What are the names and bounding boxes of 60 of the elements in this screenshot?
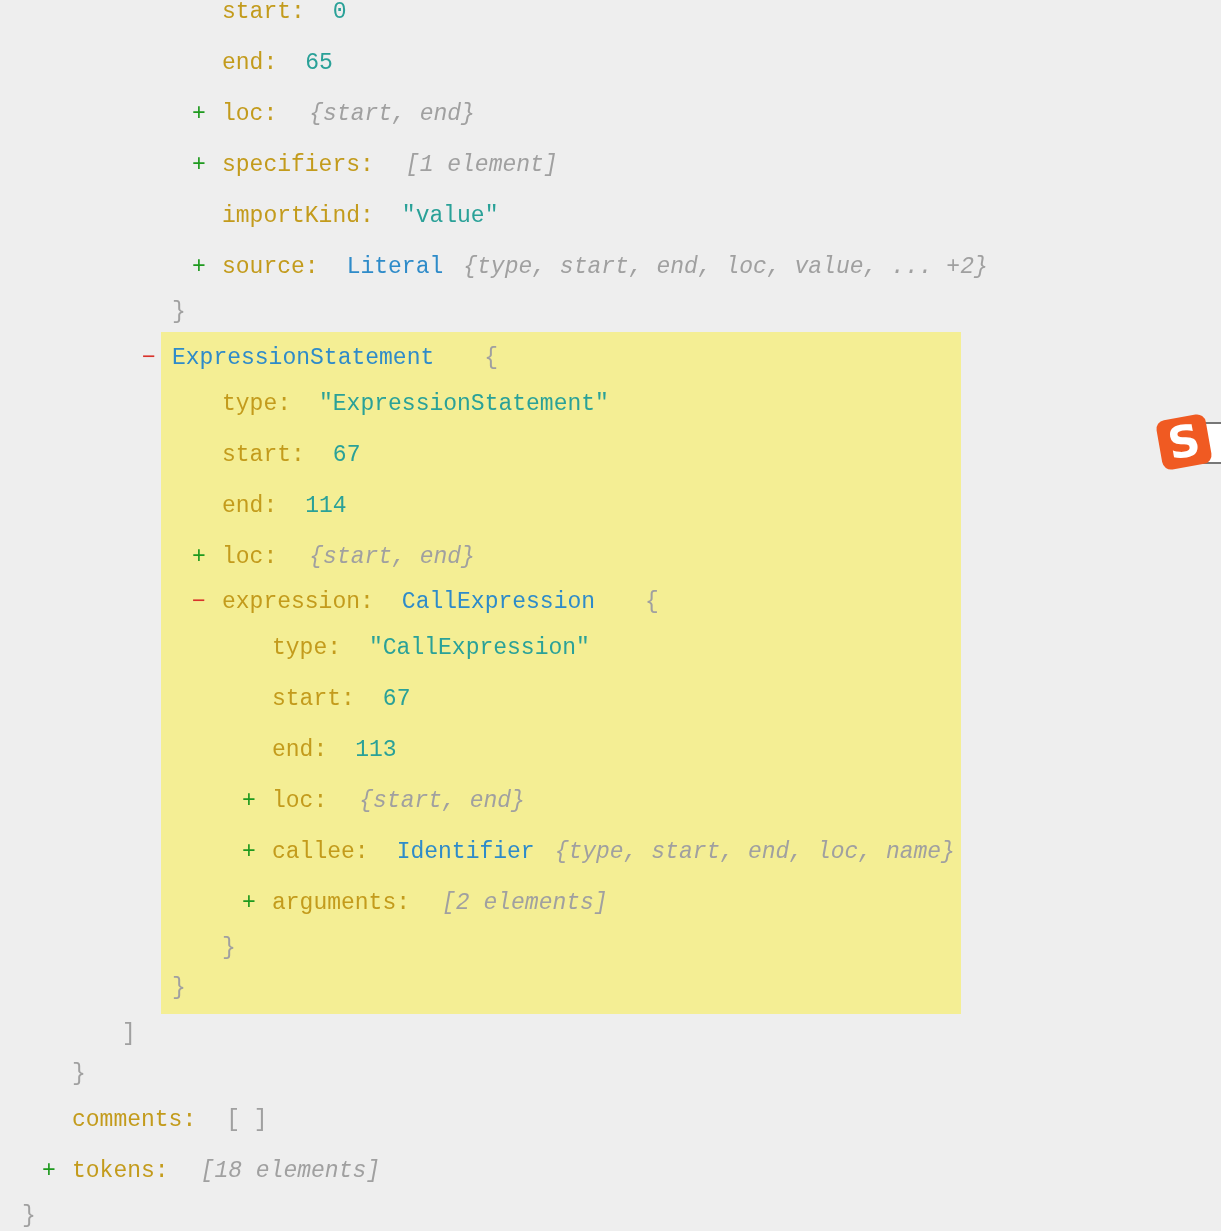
- property-key: end:: [222, 49, 278, 76]
- property-key: callee:: [272, 838, 369, 865]
- expand-toggle[interactable]: +: [192, 151, 222, 178]
- collapsed-summary: {start, end}: [309, 543, 475, 570]
- property-key: specifiers:: [222, 151, 374, 178]
- collapsed-summary: [1 element]: [405, 151, 558, 178]
- property-key: loc:: [222, 100, 278, 127]
- open-brace: {: [484, 345, 499, 371]
- close-brace: }: [172, 299, 186, 325]
- property-key: type:: [222, 390, 291, 417]
- node-type: Literal: [346, 253, 444, 280]
- collapsed-summary: {start, end}: [309, 100, 475, 127]
- property-key: start:: [272, 685, 355, 712]
- property-key: expression:: [222, 589, 374, 615]
- close-brace: }: [72, 1061, 86, 1087]
- collapsed-summary: {start, end}: [359, 787, 525, 814]
- node-type: CallExpression: [401, 589, 596, 615]
- property-key: end:: [222, 492, 278, 519]
- property-value: 67: [382, 685, 411, 712]
- property-key: source:: [222, 253, 319, 280]
- collapsed-summary: {type, start, end, loc, name}: [554, 838, 955, 865]
- property-value: 114: [305, 492, 347, 519]
- open-brace: {: [645, 589, 659, 615]
- expand-toggle[interactable]: +: [242, 889, 272, 916]
- close-brace: }: [22, 1203, 36, 1229]
- property-key: arguments:: [272, 889, 411, 916]
- expand-toggle[interactable]: +: [192, 543, 222, 570]
- collapse-toggle[interactable]: −: [142, 345, 172, 371]
- property-value: "value": [401, 202, 499, 229]
- close-brace: }: [222, 935, 236, 961]
- close-brace: }: [172, 975, 186, 1001]
- expand-toggle[interactable]: +: [192, 253, 222, 280]
- expand-toggle[interactable]: +: [242, 787, 272, 814]
- expand-toggle[interactable]: +: [192, 100, 222, 127]
- collapse-toggle[interactable]: −: [192, 589, 222, 615]
- property-key: loc:: [272, 787, 328, 814]
- property-value: "CallExpression": [369, 634, 590, 661]
- input-method-logo[interactable]: S: [1155, 413, 1213, 471]
- property-key: end:: [272, 736, 328, 763]
- close-brace: ]: [122, 1021, 136, 1047]
- property-key: start:: [222, 0, 305, 25]
- property-key: importKind:: [222, 202, 374, 229]
- property-key: comments:: [72, 1106, 197, 1133]
- expand-toggle[interactable]: +: [42, 1157, 72, 1184]
- property-key: tokens:: [72, 1157, 169, 1184]
- property-key: type:: [272, 634, 341, 661]
- collapsed-summary: [2 elements]: [442, 889, 608, 916]
- node-type: ExpressionStatement: [172, 345, 435, 371]
- property-key: loc:: [222, 543, 278, 570]
- property-value: 0: [332, 0, 347, 25]
- collapsed-summary: {type, start, end, loc, value, ... +2}: [463, 253, 988, 280]
- property-value: 113: [355, 736, 397, 763]
- empty-array: [ ]: [226, 1106, 268, 1133]
- property-key: start:: [222, 441, 305, 468]
- node-type: Identifier: [396, 838, 535, 865]
- collapsed-summary: [18 elements]: [200, 1157, 381, 1184]
- expand-toggle[interactable]: +: [242, 838, 272, 865]
- property-value: 65: [305, 49, 333, 76]
- property-value: 67: [332, 441, 361, 468]
- property-value: "ExpressionStatement": [319, 390, 609, 417]
